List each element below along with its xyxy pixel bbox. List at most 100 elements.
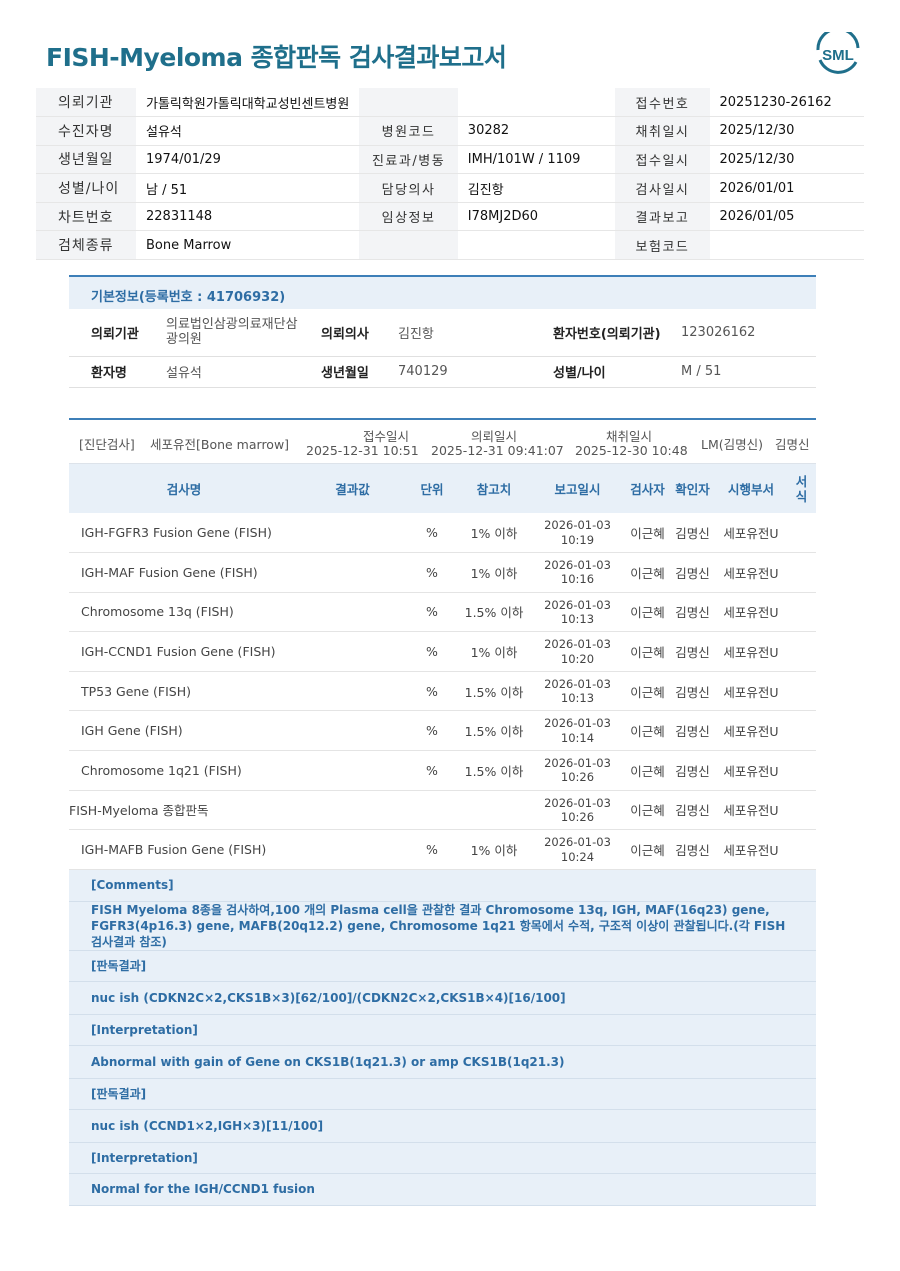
report-datetime: 2026-01-03 10:13: [530, 671, 625, 712]
tester: 이근혜: [625, 750, 670, 791]
tester: 이근혜: [625, 710, 670, 752]
col-dept: 시행부서: [715, 464, 787, 513]
reference-value: [458, 790, 530, 831]
reference-value: 1.5% 이하: [458, 592, 530, 633]
test-name: Chromosome 13q (FISH): [69, 592, 299, 633]
comment-text: nuc ish (CCND1×2,IGH×3)[11/100]: [69, 1109, 816, 1143]
header-value: 가톨릭학원가톨릭대학교성빈센트병원: [136, 88, 360, 118]
header-value: [709, 230, 864, 261]
header-value: 설유석: [136, 116, 360, 146]
tester: 이근혜: [625, 790, 670, 831]
header-label: 생년월일: [36, 145, 137, 175]
form-cell: [787, 631, 816, 672]
unit: %: [406, 552, 458, 593]
department: 세포유전U: [715, 710, 787, 752]
comment-text: Normal for the IGH/CCND1 fusion: [69, 1173, 816, 1206]
test-name: TP53 Gene (FISH): [69, 671, 299, 712]
unit: %: [406, 671, 458, 712]
header-value: 22831148: [136, 202, 360, 232]
header-value: 김진항: [457, 173, 616, 203]
result-value: [299, 710, 406, 752]
report-date: 2026-01-03: [544, 755, 611, 770]
header-row: 수진자명 설유석 병원코드 30282 채취일시 2025/12/30: [36, 116, 864, 146]
test-name: Chromosome 1q21 (FISH): [69, 750, 299, 791]
report-date: 2026-01-03: [544, 558, 611, 573]
header-label: 검사일시: [615, 173, 710, 203]
result-value: [299, 671, 406, 712]
requested-value: 2025-12-31 09:41:07: [431, 443, 564, 458]
report-datetime: 2026-01-03 10:14: [530, 710, 625, 752]
result-row: Chromosome 1q21 (FISH)% 1.5% 이하 2026-01-03…: [69, 750, 816, 791]
result-value: [299, 592, 406, 633]
result-row: IGH Gene (FISH)% 1.5% 이하 2026-01-03 10:14 이근…: [69, 710, 816, 752]
received-value: 2025-12-31 10:51: [306, 443, 419, 458]
comment-heading: [Interpretation]: [69, 1014, 816, 1046]
report-datetime: 2026-01-03 10:19: [530, 513, 625, 554]
header-label: 접수번호: [615, 88, 710, 118]
report-datetime: 2026-01-03 10:20: [530, 631, 625, 672]
logo-text: SML: [822, 47, 854, 64]
header-row: 검체종류 Bone Marrow 보험코드: [36, 230, 864, 261]
basic-info-heading: 기본정보(등록번호 : 41706932): [69, 277, 816, 309]
report-time: 10:16: [560, 572, 595, 587]
exam-info-line: [진단검사] 세포유전[Bone marrow] 접수일시 2025-12-31…: [69, 420, 816, 464]
form-cell: [787, 592, 816, 633]
unit: %: [406, 631, 458, 672]
department: 세포유전U: [715, 790, 787, 831]
report-time: 10:24: [560, 849, 595, 864]
report-time: 10:19: [560, 532, 595, 547]
reference-value: 1.5% 이하: [458, 671, 530, 712]
header-label: 검체종류: [36, 230, 137, 261]
collected-value: 2025-12-30 10:48: [575, 443, 688, 458]
unit: %: [406, 829, 458, 870]
result-row: IGH-CCND1 Fusion Gene (FISH)% 1% 이하 2026-0…: [69, 631, 816, 672]
report-date: 2026-01-03: [544, 716, 611, 731]
department: 세포유전U: [715, 671, 787, 712]
form-cell: [787, 552, 816, 593]
test-name: IGH-CCND1 Fusion Gene (FISH): [69, 631, 299, 672]
col-confirmer: 확인자: [670, 464, 715, 513]
comment-heading: [판독결과]: [69, 950, 816, 982]
report-date: 2026-01-03: [544, 637, 611, 652]
tester: 이근혜: [625, 592, 670, 633]
confirmer: 김명신: [670, 790, 715, 831]
department: 세포유전U: [715, 592, 787, 633]
header-label: 차트번호: [36, 202, 137, 232]
test-name: IGH-MAF Fusion Gene (FISH): [69, 552, 299, 593]
comment-heading: [판독결과]: [69, 1078, 816, 1110]
header-label: 수진자명: [36, 116, 137, 146]
report-date: 2026-01-03: [544, 835, 611, 850]
confirmer: 김명신: [670, 750, 715, 791]
patient-name-value: 설유석: [166, 356, 321, 388]
col-form: 서 식: [787, 464, 816, 513]
form-cell: [787, 790, 816, 831]
birthdate-value: 740129: [398, 356, 553, 388]
test-name: FISH-Myeloma 종합판독: [69, 790, 299, 831]
reference-value: 1.5% 이하: [458, 710, 530, 752]
report-date: 2026-01-03: [544, 676, 611, 691]
unit: %: [406, 750, 458, 791]
report-time: 10:13: [560, 611, 595, 626]
report-datetime: 2026-01-03 10:26: [530, 790, 625, 831]
patient-no-label: 환자번호(의뢰기관): [553, 309, 681, 357]
reference-value: 1.5% 이하: [458, 750, 530, 791]
confirmer: 김명신: [670, 592, 715, 633]
doctor-label: 의뢰의사: [321, 309, 398, 357]
requester-value-line1: 의료법인삼광의료재단삼: [166, 316, 298, 332]
result-row: IGH-MAFB Fusion Gene (FISH)% 1% 이하 2026-01…: [69, 829, 816, 870]
col-report-date: 보고일시: [530, 464, 625, 513]
tester: 이근혜: [625, 829, 670, 870]
department: 세포유전U: [715, 631, 787, 672]
header-label: 채취일시: [615, 116, 710, 146]
col-ref: 참고치: [458, 464, 530, 513]
report-time: 10:26: [560, 809, 595, 824]
sex-age-value: M / 51: [681, 356, 816, 388]
reference-value: 1% 이하: [458, 552, 530, 593]
result-value: [299, 513, 406, 554]
department: 세포유전U: [715, 750, 787, 791]
result-value: [299, 829, 406, 870]
col-test-name: 검사명: [69, 464, 299, 513]
report-time: 10:13: [560, 691, 595, 706]
header-value: Bone Marrow: [136, 230, 360, 261]
unit: %: [406, 710, 458, 752]
